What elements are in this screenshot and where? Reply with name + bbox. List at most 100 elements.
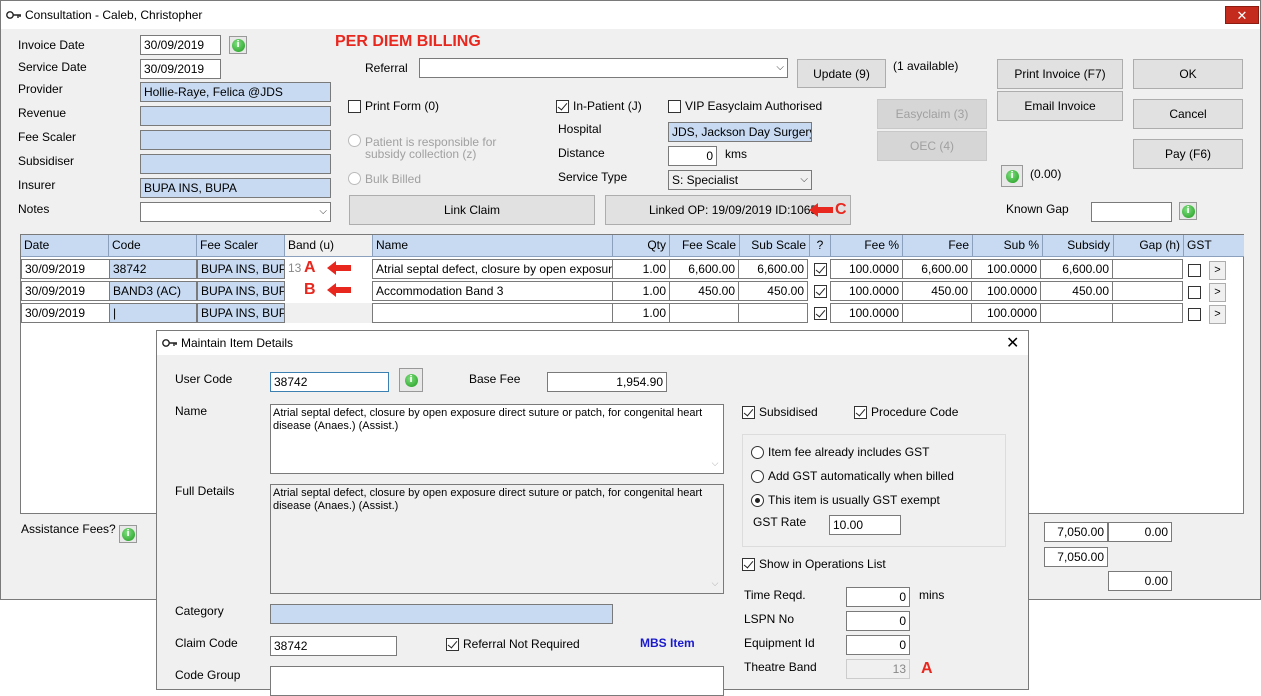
scroll-down-icon[interactable]: ⌵	[709, 457, 721, 470]
easyclaim-button[interactable]: Easyclaim (3)	[877, 99, 987, 129]
cell-gap[interactable]	[1112, 259, 1183, 279]
invoice-date-field[interactable]: 30/09/2019	[140, 35, 221, 55]
notes-dropdown[interactable]: ⌵	[140, 202, 331, 222]
category-field[interactable]	[270, 604, 613, 624]
service-date-field[interactable]: 30/09/2019	[140, 59, 221, 79]
cell-fee-pct[interactable]: 100.0000	[830, 259, 903, 279]
row-expand-button[interactable]: >	[1209, 283, 1226, 302]
referral-not-required-checkbox[interactable]	[446, 638, 459, 651]
cell-sub-pct[interactable]: 100.0000	[971, 259, 1041, 279]
col-code[interactable]: Code	[109, 235, 197, 257]
cell-qty[interactable]: 1.00	[612, 281, 670, 301]
base-fee-field[interactable]: 1,954.90	[547, 372, 667, 392]
cell-sub-scale[interactable]: 6,600.00	[738, 259, 808, 279]
revenue-field[interactable]	[140, 106, 331, 126]
cell-fee-scale[interactable]	[669, 303, 739, 323]
invoice-date-info-icon[interactable]: i	[229, 36, 247, 54]
col-fee-scaler[interactable]: Fee Scaler	[197, 235, 285, 257]
cell-code[interactable]: 38742	[109, 259, 197, 279]
show-ops-checkbox[interactable]	[742, 558, 755, 571]
col-gap[interactable]: Gap (h)	[1114, 235, 1184, 257]
col-fee-pct[interactable]: Fee %	[831, 235, 903, 257]
cell-sub-scale[interactable]: 450.00	[738, 281, 808, 301]
cell-fee-pct[interactable]: 100.0000	[830, 303, 903, 323]
ok-button[interactable]: OK	[1133, 59, 1243, 89]
col-gst[interactable]: GST	[1184, 235, 1244, 257]
known-gap-info-icon[interactable]: i	[1179, 202, 1197, 220]
cell-date[interactable]: 30/09/2019	[21, 259, 110, 279]
cell-fee-pct[interactable]: 100.0000	[830, 281, 903, 301]
subsidised-checkbox[interactable]	[742, 406, 755, 419]
hospital-field[interactable]: JDS, Jackson Day Surgery	[668, 122, 812, 142]
cell-fee[interactable]: 6,600.00	[902, 259, 972, 279]
cell-name[interactable]: Atrial septal defect, closure by open ex…	[372, 259, 613, 279]
full-details-textarea[interactable]: Atrial septal defect, closure by open ex…	[270, 484, 724, 594]
cell-fee-scale[interactable]: 450.00	[669, 281, 739, 301]
col-subsidy[interactable]: Subsidy	[1043, 235, 1114, 257]
cell-scaler[interactable]: BUPA INS, BUPA	[197, 281, 285, 301]
cell-date[interactable]: 30/09/2019	[21, 303, 110, 323]
row-gst-checkbox[interactable]	[1188, 308, 1201, 321]
insurer-field[interactable]: BUPA INS, BUPA	[140, 178, 331, 198]
cell-fee[interactable]	[902, 303, 972, 323]
cell-name[interactable]: Accommodation Band 3	[372, 281, 613, 301]
scroll-down-icon[interactable]: ⌵	[709, 577, 721, 590]
theatre-band-field[interactable]: 13	[846, 659, 910, 679]
cell-fee-scale[interactable]: 6,600.00	[669, 259, 739, 279]
referral-dropdown[interactable]: ⌵	[419, 58, 788, 78]
procedure-code-checkbox[interactable]	[854, 406, 867, 419]
cell-gap[interactable]	[1112, 303, 1183, 323]
assistance-fees-info-icon[interactable]: i	[119, 525, 137, 543]
row-flag-checkbox[interactable]	[814, 263, 827, 276]
balance-info-icon[interactable]: i	[1001, 165, 1023, 187]
cell-subsidy[interactable]: 6,600.00	[1040, 259, 1113, 279]
close-window-button[interactable]: ✕	[1225, 6, 1259, 24]
cell-subsidy[interactable]: 450.00	[1040, 281, 1113, 301]
equipment-field[interactable]: 0	[846, 635, 910, 655]
gst-includes-radio[interactable]	[751, 446, 764, 459]
col-sub-scale[interactable]: Sub Scale	[740, 235, 810, 257]
cell-sub-pct[interactable]: 100.0000	[971, 281, 1041, 301]
subsidiser-field[interactable]	[140, 154, 331, 174]
provider-field[interactable]: Hollie-Raye, Felica @JDS	[140, 82, 331, 102]
cell-sub-scale[interactable]	[738, 303, 808, 323]
row-flag-checkbox[interactable]	[814, 285, 827, 298]
row-expand-button[interactable]: >	[1209, 305, 1226, 324]
col-fee-scale[interactable]: Fee Scale	[670, 235, 740, 257]
service-type-dropdown[interactable]: S: Specialist ⌵	[668, 170, 812, 190]
col-fee[interactable]: Fee	[903, 235, 973, 257]
row-flag-checkbox[interactable]	[814, 307, 827, 320]
col-name[interactable]: Name	[373, 235, 613, 257]
cell-scaler[interactable]: BUPA INS, BUPA	[197, 303, 285, 323]
row-gst-checkbox[interactable]	[1188, 264, 1201, 277]
cell-fee[interactable]: 450.00	[902, 281, 972, 301]
gst-rate-field[interactable]: 10.00	[829, 515, 901, 535]
update-button[interactable]: Update (9)	[797, 59, 886, 88]
patient-responsible-radio[interactable]	[348, 134, 361, 147]
cell-gap[interactable]	[1112, 281, 1183, 301]
cell-subsidy[interactable]	[1040, 303, 1113, 323]
print-invoice-button[interactable]: Print Invoice (F7)	[997, 59, 1123, 89]
time-field[interactable]: 0	[846, 587, 910, 607]
gst-add-radio[interactable]	[751, 470, 764, 483]
cell-qty[interactable]: 1.00	[612, 259, 670, 279]
link-claim-button[interactable]: Link Claim	[349, 195, 595, 225]
vip-easyclaim-checkbox[interactable]	[668, 100, 681, 113]
known-gap-field[interactable]	[1091, 202, 1172, 222]
row-gst-checkbox[interactable]	[1188, 286, 1201, 299]
col-band[interactable]: Band (u)	[285, 235, 373, 257]
cell-scaler[interactable]: BUPA INS, BUPA	[197, 259, 285, 279]
cancel-button[interactable]: Cancel	[1133, 99, 1243, 129]
pay-button[interactable]: Pay (F6)	[1133, 139, 1243, 169]
cell-sub-pct[interactable]: 100.0000	[971, 303, 1041, 323]
code-group-field[interactable]	[270, 666, 724, 696]
oec-button[interactable]: OEC (4)	[877, 131, 987, 161]
user-code-info-icon[interactable]: i	[399, 368, 423, 392]
email-invoice-button[interactable]: Email Invoice	[997, 91, 1123, 121]
cell-qty[interactable]: 1.00	[612, 303, 670, 323]
name-textarea[interactable]: Atrial septal defect, closure by open ex…	[270, 404, 724, 474]
bulk-billed-radio[interactable]	[348, 172, 361, 185]
in-patient-checkbox[interactable]	[556, 100, 569, 113]
lspn-field[interactable]: 0	[846, 611, 910, 631]
user-code-field[interactable]: 38742	[270, 372, 389, 392]
